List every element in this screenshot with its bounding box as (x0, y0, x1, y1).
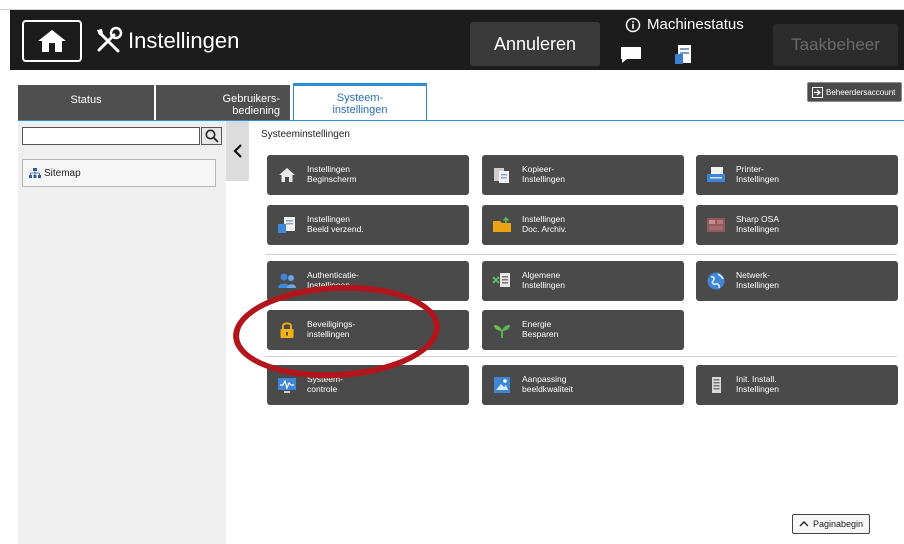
machine-status-label: Machinestatus (647, 16, 744, 33)
top-strip (0, 0, 904, 10)
header-bar: Instellingen Annuleren Machinestatus Taa… (10, 10, 904, 70)
tile-label: Instellingen Beeld verzend. (307, 214, 364, 234)
info-icon (625, 17, 641, 32)
tab-system-settings-label: Systeem- instellingen (332, 92, 388, 116)
machine-status-button[interactable]: Machinestatus (615, 14, 765, 68)
tile-system-control[interactable]: Systeem- controle (267, 365, 469, 405)
admin-account-button[interactable]: Beheerdersaccount (807, 82, 902, 102)
login-icon (812, 86, 823, 98)
tile-copy-settings[interactable]: Kopieer- Instellingen (482, 155, 684, 195)
main-panel: Systeeminstellingen Instellingen Beginsc… (249, 121, 904, 544)
home-button[interactable] (22, 20, 82, 62)
copier-icon (494, 168, 509, 183)
tile-home-screen-settings[interactable]: Instellingen Beginscherm (267, 155, 469, 195)
admin-account-label: Beheerdersaccount (826, 87, 896, 97)
general-settings-icon (492, 273, 510, 287)
system-monitor-icon (278, 378, 296, 393)
tile-security-settings[interactable]: Beveiligings- instellingen (267, 310, 469, 350)
tile-general-settings[interactable]: Algemene Instellingen (482, 261, 684, 301)
sidebar: Sitemap (18, 121, 226, 544)
tile-label: Energie Besparen (522, 319, 559, 339)
tile-label: Instellingen Beginscherm (307, 164, 357, 184)
search-button[interactable] (201, 127, 222, 145)
tile-sharp-osa-settings[interactable]: Sharp OSA Instellingen (696, 205, 898, 245)
tab-status[interactable]: Status (18, 85, 154, 120)
lock-icon (280, 322, 294, 338)
tile-label: Init. Install. Instellingen (736, 374, 780, 394)
search-input[interactable] (22, 127, 200, 145)
machine-status-label-wrap: Machinestatus (625, 16, 744, 33)
sharp-osa-icon (707, 218, 725, 232)
tab-bar: Status Gebruikers- bediening Systeem- in… (10, 70, 904, 121)
tile-label: Systeem- controle (307, 374, 343, 394)
chevron-up-icon (799, 521, 809, 527)
tile-label: Beveiligings- instellingen (307, 319, 356, 339)
init-install-icon (712, 377, 721, 393)
tile-init-install-settings[interactable]: Init. Install. Instellingen (696, 365, 898, 405)
page-title-group: Instellingen (94, 24, 239, 58)
sitemap-button[interactable]: Sitemap (22, 159, 216, 187)
tile-network-settings[interactable]: Netwerk- Instellingen (696, 261, 898, 301)
tools-icon (97, 26, 123, 53)
chevron-left-icon (232, 144, 242, 158)
tab-system-settings[interactable]: Systeem- instellingen (293, 83, 427, 121)
image-quality-icon (494, 377, 510, 393)
tile-label: Kopieer- Instellingen (522, 164, 566, 184)
tile-printer-settings[interactable]: Printer- Instellingen (696, 155, 898, 195)
tile-energy-save[interactable]: Energie Besparen (482, 310, 684, 350)
job-status-button[interactable]: Taakbeheer (773, 24, 898, 66)
tab-user-operation-label: Gebruikers- bediening (222, 93, 280, 117)
sitemap-label: Sitemap (44, 167, 81, 179)
printer-icon (707, 167, 725, 182)
tile-label: Authenticatie- Instellingen (307, 270, 359, 290)
users-icon (278, 273, 296, 288)
tile-label: Sharp OSA Instellingen (736, 214, 780, 234)
section-title: Systeeminstellingen (261, 129, 350, 140)
image-send-icon (278, 217, 295, 233)
search-icon (205, 129, 219, 143)
tile-label: Netwerk- Instellingen (736, 270, 780, 290)
globe-icon (707, 272, 725, 290)
tab-user-operation[interactable]: Gebruikers- bediening (156, 85, 290, 120)
leaf-icon (494, 325, 510, 338)
section-divider (265, 356, 897, 357)
home-icon (38, 30, 66, 52)
tile-label: Printer- Instellingen (736, 164, 780, 184)
page-top-button[interactable]: Paginabegin (792, 514, 870, 534)
tile-label: Aanpassing beeldkwaliteit (522, 374, 574, 394)
home-icon (279, 168, 295, 182)
tile-image-send-settings[interactable]: Instellingen Beeld verzend. (267, 205, 469, 245)
folder-icon (493, 216, 511, 232)
page-title: Instellingen (128, 28, 240, 53)
tile-image-quality-adjust[interactable]: Aanpassing beeldkwaliteit (482, 365, 684, 405)
collapse-sidebar-button[interactable] (226, 121, 249, 181)
page-top-label: Paginabegin (812, 519, 864, 529)
tile-authentication-settings[interactable]: Authenticatie- Instellingen (267, 261, 469, 301)
message-icon (621, 47, 641, 63)
document-status-icon (675, 45, 691, 64)
cancel-button[interactable]: Annuleren (470, 22, 600, 66)
section-divider (265, 254, 897, 255)
sitemap-icon (29, 168, 41, 178)
tile-doc-archive-settings[interactable]: Instellingen Doc. Archiv. (482, 205, 684, 245)
tile-label: Instellingen Doc. Archiv. (522, 214, 567, 234)
tile-label: Algemene Instellingen (522, 270, 566, 290)
